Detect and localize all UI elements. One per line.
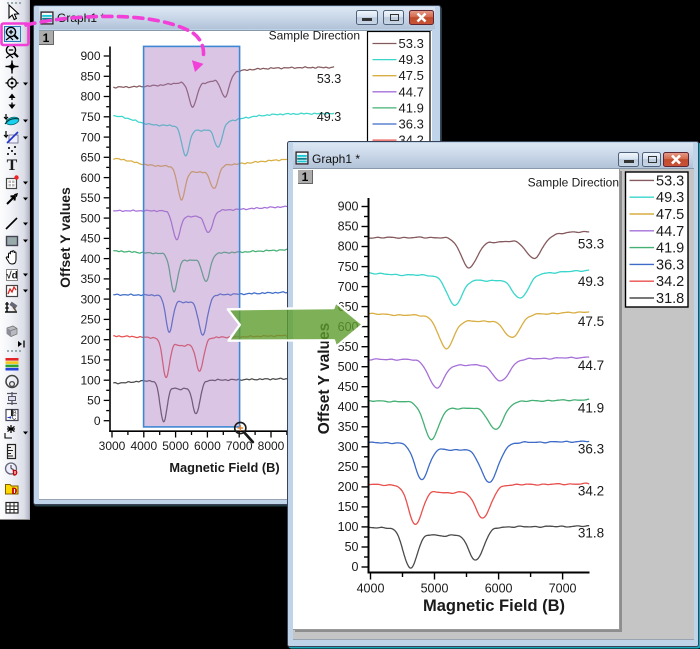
svg-text:700: 700 (80, 130, 100, 144)
svg-text:31.8: 31.8 (578, 526, 604, 541)
svg-text:150: 150 (80, 353, 100, 367)
svg-text:350: 350 (338, 420, 359, 434)
svg-text:49.3: 49.3 (317, 110, 341, 124)
svg-text:44.7: 44.7 (656, 224, 684, 240)
svg-text:500: 500 (80, 211, 100, 225)
svg-text:150: 150 (338, 500, 359, 514)
svg-text:47.5: 47.5 (578, 314, 604, 329)
svg-text:44.7: 44.7 (399, 84, 424, 99)
svg-text:400: 400 (338, 400, 359, 414)
svg-text:C: C (12, 416, 17, 422)
svg-text:6000: 6000 (194, 439, 221, 453)
svg-text:Offset Y values: Offset Y values (316, 323, 333, 434)
svg-text:41.9: 41.9 (578, 400, 604, 415)
svg-text:750: 750 (338, 260, 359, 274)
svg-text:7000: 7000 (226, 439, 253, 453)
svg-text:49.3: 49.3 (399, 52, 424, 67)
svg-text:600: 600 (338, 320, 359, 334)
svg-text:300: 300 (80, 292, 100, 306)
svg-text:400: 400 (80, 252, 100, 266)
svg-text:650: 650 (80, 151, 100, 165)
svg-text:Magnetic Field (B): Magnetic Field (B) (423, 597, 565, 615)
svg-text:4000: 4000 (357, 582, 385, 596)
svg-text:T: T (7, 157, 18, 174)
svg-text:550: 550 (338, 340, 359, 354)
svg-text:850: 850 (80, 70, 100, 84)
svg-text:49.3: 49.3 (578, 274, 604, 289)
svg-text:36.3: 36.3 (656, 257, 684, 273)
svg-text:900: 900 (80, 49, 100, 63)
svg-text:49.3: 49.3 (656, 190, 684, 206)
svg-text:3000: 3000 (99, 439, 126, 453)
svg-text:600: 600 (80, 171, 100, 185)
svg-text:41.9: 41.9 (656, 241, 684, 257)
svg-text:36.3: 36.3 (578, 442, 604, 457)
svg-text:44.7: 44.7 (578, 358, 604, 373)
svg-text:100: 100 (338, 520, 359, 534)
svg-text:31.8: 31.8 (656, 291, 684, 307)
svg-text:550: 550 (80, 191, 100, 205)
svg-text:53.3: 53.3 (656, 173, 684, 189)
svg-text:650: 650 (338, 300, 359, 314)
svg-text:√d: √d (6, 271, 18, 282)
svg-text:700: 700 (338, 280, 359, 294)
svg-text:250: 250 (80, 313, 100, 327)
svg-text:500: 500 (338, 360, 359, 374)
svg-text:53.3: 53.3 (317, 72, 341, 86)
svg-text:350: 350 (80, 272, 100, 286)
svg-text:450: 450 (80, 232, 100, 246)
svg-text:53.3: 53.3 (399, 36, 424, 51)
svg-text:36.3: 36.3 (399, 117, 424, 132)
svg-text:50: 50 (87, 394, 101, 408)
svg-text:34.2: 34.2 (578, 484, 604, 499)
svg-text:250: 250 (338, 460, 359, 474)
svg-text:0: 0 (94, 414, 101, 428)
svg-text:34.2: 34.2 (656, 274, 684, 290)
svg-text:8000: 8000 (258, 439, 285, 453)
svg-text:200: 200 (338, 480, 359, 494)
svg-text:800: 800 (338, 240, 359, 254)
svg-text:6000: 6000 (485, 582, 513, 596)
svg-text:Sample Direction: Sample Direction (528, 175, 619, 189)
svg-text:5000: 5000 (162, 439, 189, 453)
svg-text:4000: 4000 (130, 439, 157, 453)
svg-text:450: 450 (338, 380, 359, 394)
svg-text:200: 200 (80, 333, 100, 347)
svg-text:47.5: 47.5 (656, 207, 684, 223)
svg-text:300: 300 (338, 440, 359, 454)
svg-text:41.9: 41.9 (399, 100, 424, 115)
svg-text:50: 50 (345, 540, 359, 554)
svg-text:Sample Direction: Sample Direction (269, 31, 360, 43)
svg-text:0: 0 (352, 560, 359, 574)
svg-text:Offset Y values: Offset Y values (57, 187, 73, 288)
svg-text:Magnetic Field (B): Magnetic Field (B) (169, 460, 279, 475)
svg-text:800: 800 (80, 90, 100, 104)
svg-text:47.5: 47.5 (399, 68, 424, 83)
svg-text:750: 750 (80, 110, 100, 124)
svg-text:5000: 5000 (421, 582, 449, 596)
svg-text:100: 100 (80, 373, 100, 387)
svg-text:850: 850 (338, 220, 359, 234)
svg-text:900: 900 (338, 200, 359, 214)
svg-text:7000: 7000 (549, 582, 577, 596)
svg-text:53.3: 53.3 (578, 236, 604, 251)
